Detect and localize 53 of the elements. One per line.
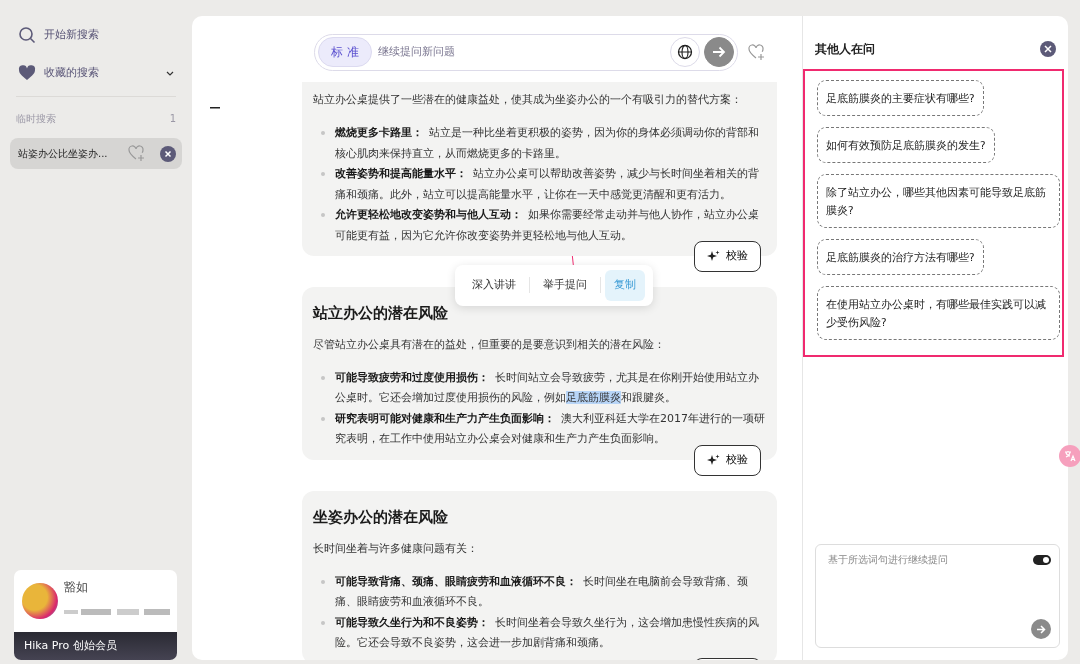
bullet-item: 允许更轻松地改变姿势和与他人互动： 如果你需要经常走动并与他人协作，站立办公桌可能更有益，因为它允许你改变姿势并更轻松地与他人互动。: [335, 207, 760, 244]
search-icon: [18, 26, 36, 44]
user-name: 豁如: [64, 578, 89, 596]
section-heading: 站立办公的潜在风险: [313, 304, 449, 323]
bullet-icon: [321, 172, 325, 176]
bullet-icon: [321, 620, 325, 625]
close-button[interactable]: [1040, 41, 1056, 57]
mode-button[interactable]: 标 准: [318, 37, 372, 67]
question-chip[interactable]: 足底筋膜炎的治疗方法有哪些?: [817, 239, 984, 275]
bullet-icon: [321, 579, 325, 584]
paragraph: 站立办公桌提供了一些潜在的健康益处，使其成为坐姿办公的一个有吸引力的替代方案：: [313, 92, 743, 108]
bullet-icon: [321, 213, 325, 217]
followup-input[interactable]: 基于所选词句进行继续提问: [826, 551, 1033, 568]
question-chip[interactable]: 除了站立办公，哪些其他因素可能导致足底筋膜炎?: [817, 174, 1060, 228]
heart-plus-icon[interactable]: [748, 43, 765, 61]
bullet-item: 可能导致背痛、颈痛、眼睛疲劳和血液循环不良： 长时间坐在电脑前会导致背痛、颈痛、眼睛疲劳和血液循环不良。: [335, 573, 749, 610]
bullet-icon: [321, 416, 325, 421]
paragraph: 长时间坐着与许多健康问题有关：: [313, 540, 479, 557]
globe-icon: [677, 44, 693, 60]
bullet-item: 改善姿势和提高能量水平： 站立办公桌可以帮助改善姿势，减少与长时间坐着相关的背痛和颈痛。此外，站立可以提高能量水平，让你在一天中感觉更清醒和更有活力。: [335, 166, 760, 203]
section-heading: 坐姿办公的潜在风险: [313, 507, 449, 527]
user-card[interactable]: 豁如 Hika Pro 创始会员: [14, 569, 177, 660]
menu-item[interactable]: 深入讲讲: [463, 270, 525, 301]
menu-item[interactable]: 举手提问: [534, 270, 596, 301]
close-icon[interactable]: [160, 145, 176, 162]
collapse-icon[interactable]: [210, 106, 220, 109]
bullet-item: 可能导致久坐行为和不良姿势： 长时间坐着会导致久坐行为，这会增加患慢性疾病的风险。它还会导致不良姿势，这会进一步加剧背痛和颈痛。: [335, 614, 760, 651]
bullet-item: 燃烧更多卡路里： 站立是一种比坐着更积极的姿势，因为你的身体必须调动你的背部和核心肌肉来保持直立，从而燃烧更多的卡路里。: [335, 125, 760, 162]
globe-button[interactable]: [670, 37, 700, 67]
sidebar-item[interactable]: 收藏的搜索: [10, 60, 182, 86]
heart-icon: [18, 64, 36, 82]
arrow-right-icon: [1036, 624, 1046, 634]
membership-label: Hika Pro 创始会员: [14, 631, 177, 660]
section-title: 临时搜索: [16, 112, 56, 126]
toggle-switch[interactable]: [1033, 554, 1051, 565]
count-label: 1: [169, 112, 176, 126]
avatar: [22, 582, 58, 619]
close-icon: [1044, 45, 1052, 53]
sidebar-item[interactable]: 开始新搜索: [10, 22, 182, 48]
bullet-item: 可能导致疲劳和过度使用损伤： 长时间站立会导致疲劳，尤其是在你刚开始使用站立办公桌时。它还会增加过度使用损伤的风险，例如足底筋膜炎和跟腱炎。: [335, 369, 760, 407]
bullet-icon: [321, 375, 325, 380]
question-chip[interactable]: 足底筋膜炎的主要症状有哪些?: [817, 80, 984, 116]
history-title: 站姿办公比坐姿办...: [18, 147, 109, 161]
paragraph: 尽管站立办公桌具有潜在的益处，但重要的是要意识到相关的潜在风险：: [313, 336, 666, 353]
arrow-right-icon: [712, 46, 726, 58]
bullet-icon: [321, 131, 325, 135]
history-item[interactable]: 站姿办公比坐姿办...: [10, 138, 182, 169]
verify-button[interactable]: 校验: [694, 241, 761, 272]
panel-title: 其他人在问: [815, 41, 875, 58]
question-chip[interactable]: 在使用站立办公桌时，有哪些最佳实践可以减少受伤风险?: [817, 286, 1060, 340]
question-chip[interactable]: 如何有效预防足底筋膜炎的发生?: [817, 127, 995, 163]
verify-button[interactable]: 校验: [694, 444, 761, 476]
send-button[interactable]: [1031, 619, 1051, 639]
